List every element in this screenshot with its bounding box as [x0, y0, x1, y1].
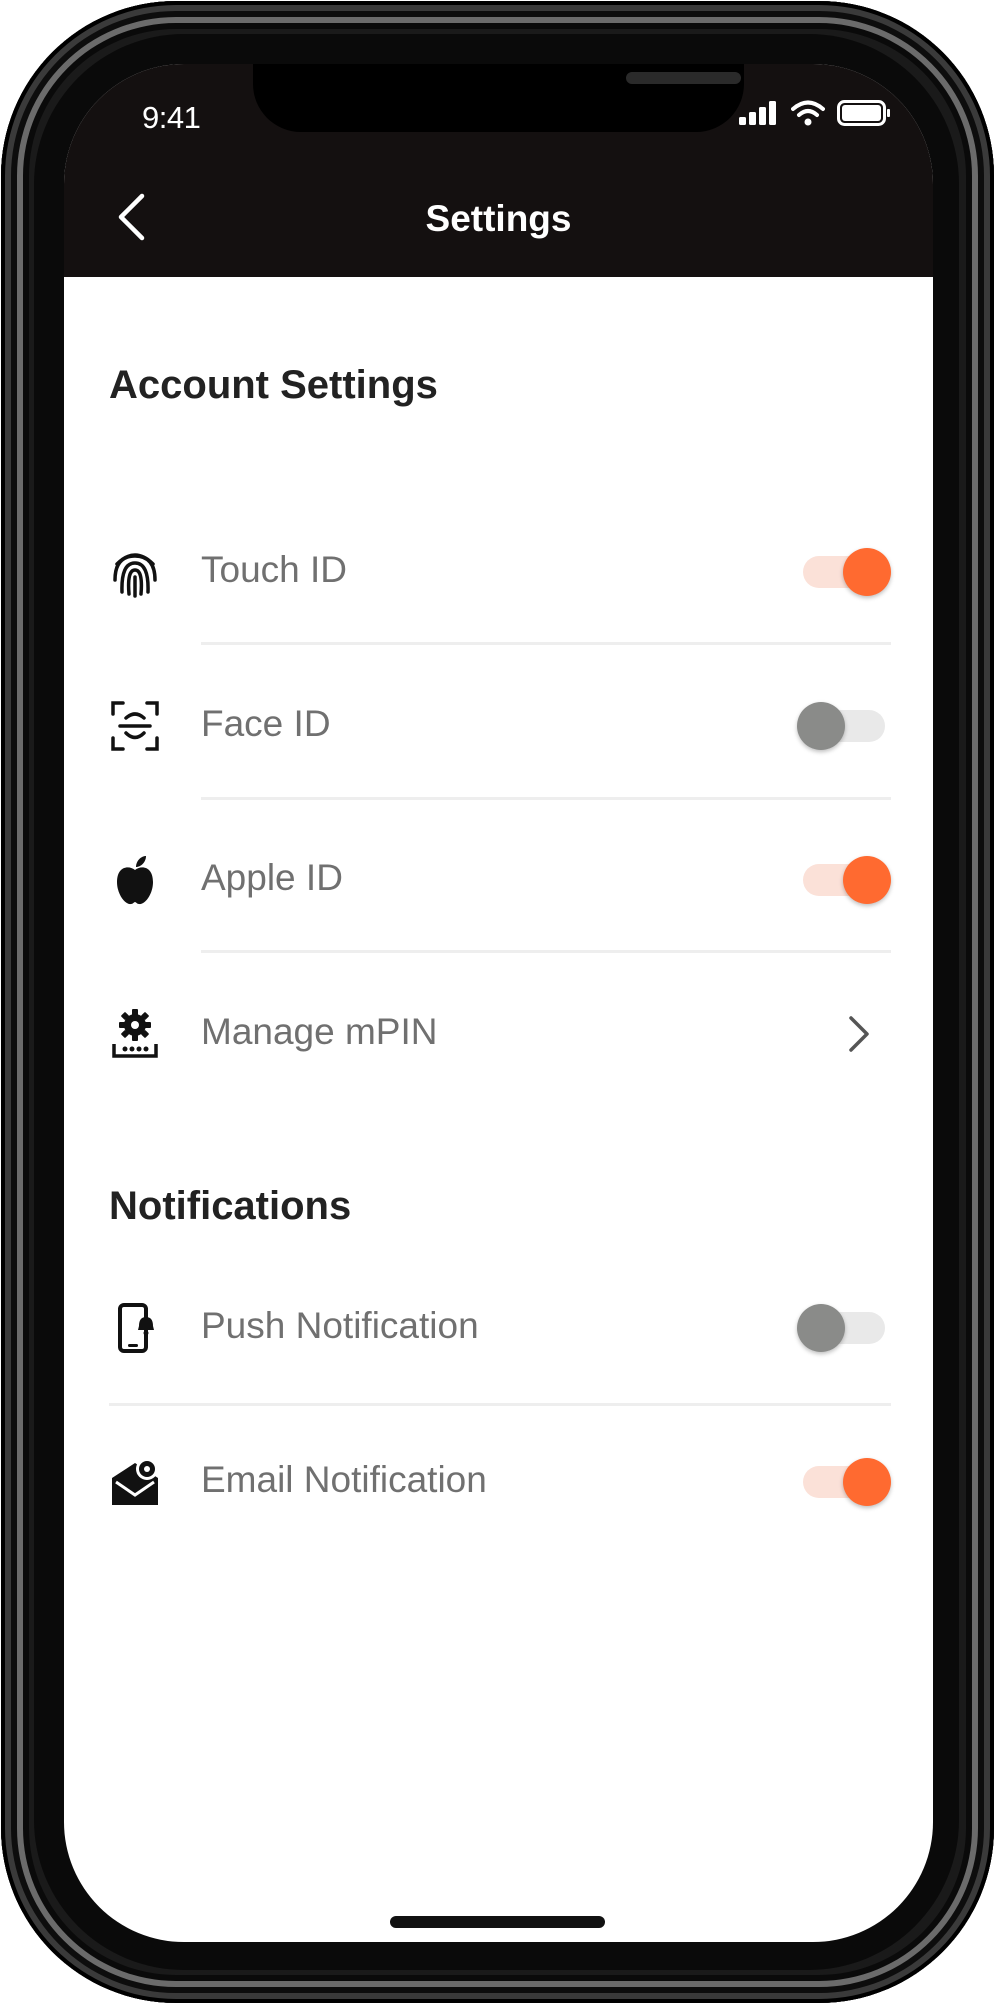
section-title-account-settings: Account Settings	[109, 363, 438, 407]
phone-bell-icon	[109, 1300, 161, 1356]
push-notification-toggle[interactable]	[797, 1304, 885, 1352]
toggle-knob	[797, 702, 845, 750]
fingerprint-icon	[109, 544, 161, 600]
signal-icon	[739, 101, 776, 125]
face-id-toggle[interactable]	[797, 702, 885, 750]
setting-row-apple-id[interactable]: Apple ID	[64, 825, 933, 935]
app-header: 9:41 Settings	[64, 64, 933, 277]
face-id-icon	[109, 698, 161, 754]
setting-label: Email Notification	[201, 1459, 487, 1500]
setting-row-touch-id[interactable]: Touch ID	[64, 517, 933, 627]
setting-label: Touch ID	[201, 549, 348, 590]
wifi-icon	[791, 100, 825, 126]
setting-row-push-notification[interactable]: Push Notification	[64, 1273, 933, 1383]
chevron-right-icon[interactable]	[847, 1014, 871, 1054]
mpin-gear-icon	[109, 1006, 161, 1062]
divider	[201, 642, 891, 645]
speaker-grille	[626, 72, 741, 84]
battery-icon	[837, 100, 890, 126]
page-title: Settings	[425, 198, 572, 239]
toggle-knob	[843, 548, 891, 596]
email-notification-toggle[interactable]	[803, 1458, 891, 1506]
apple-icon	[109, 852, 161, 908]
section-title-notifications: Notifications	[109, 1184, 352, 1228]
setting-label: Manage mPIN	[201, 1011, 438, 1052]
setting-row-manage-mpin[interactable]: Manage mPIN	[64, 979, 933, 1089]
setting-row-face-id[interactable]: Face ID	[64, 671, 933, 781]
status-icons	[739, 100, 891, 126]
setting-label: Apple ID	[201, 857, 343, 898]
setting-label: Face ID	[201, 703, 331, 744]
toggle-knob	[797, 1304, 845, 1352]
notch	[253, 64, 744, 132]
toggle-knob	[843, 1458, 891, 1506]
setting-row-email-notification[interactable]: Email Notification	[64, 1427, 933, 1537]
divider	[109, 1403, 891, 1406]
setting-label: Push Notification	[201, 1305, 479, 1346]
home-indicator[interactable]	[390, 1916, 605, 1928]
apple-id-toggle[interactable]	[803, 856, 891, 904]
email-settings-icon	[109, 1454, 161, 1510]
divider	[201, 950, 891, 953]
phone-screen: 9:41 Settings Account Settings Touch ID …	[64, 64, 933, 1942]
toggle-knob	[843, 856, 891, 904]
touch-id-toggle[interactable]	[803, 548, 891, 596]
divider	[201, 797, 891, 800]
status-time: 9:41	[142, 100, 201, 135]
